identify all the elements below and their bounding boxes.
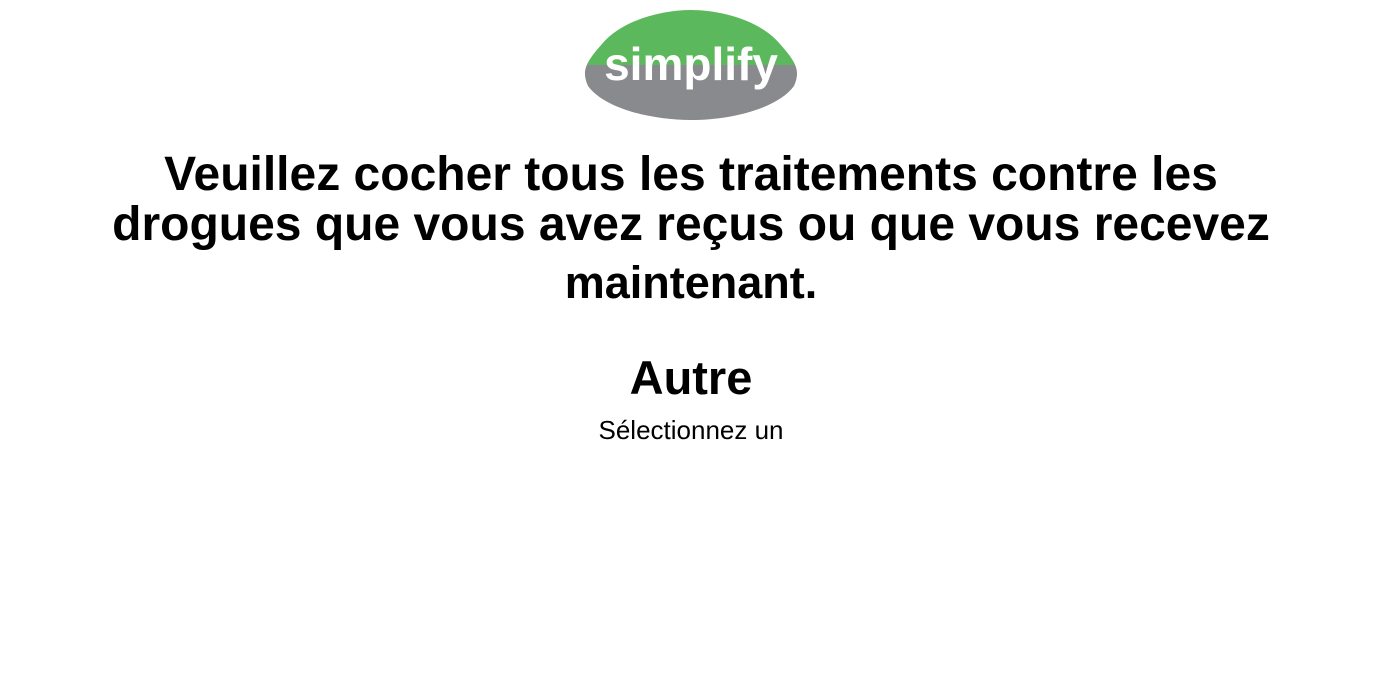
question-heading: Veuillez cocher tous les traitements con…: [60, 150, 1322, 308]
question-line-3: maintenant.: [564, 257, 818, 308]
category-title: Autre: [629, 351, 753, 404]
simplify-logo-graphic: simplify: [584, 10, 798, 120]
question-line-1: Veuillez cocher tous les traitements con…: [164, 148, 1218, 201]
page: simplify Veuillez cocher tous les traite…: [0, 0, 1382, 683]
logo-text: simplify: [604, 38, 778, 90]
question-line-2: drogues que vous avez reçus ou que vous …: [112, 198, 1270, 251]
select-one-link[interactable]: Sélectionnez un: [0, 414, 1382, 446]
simplify-logo: simplify: [582, 10, 800, 120]
